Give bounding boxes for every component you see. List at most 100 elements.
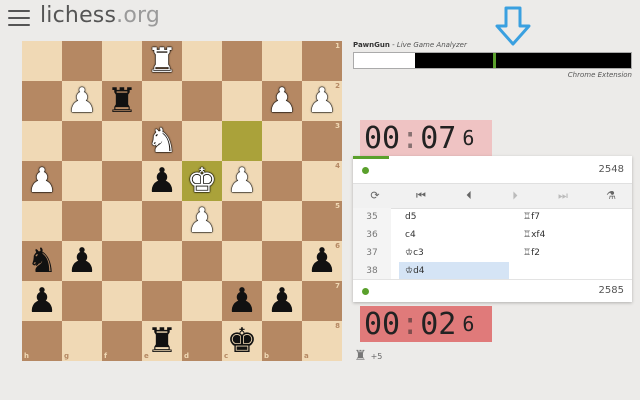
board-square[interactable] [262,241,302,281]
board-square[interactable] [22,81,62,121]
black-knight-piece[interactable]: ♞ [22,241,62,281]
rank-label: 3 [335,122,340,130]
next-move-icon[interactable]: ⏵ [505,187,525,205]
white-pawn-piece[interactable]: ♟ [22,161,62,201]
board-square[interactable]: h [22,321,62,361]
white-move[interactable]: d5 [399,208,509,226]
black-rook-piece[interactable]: ♜ [102,81,142,121]
board-square[interactable]: g [62,321,102,361]
black-move[interactable]: ♖f7 [517,208,627,226]
board-square[interactable]: 3 [302,121,342,161]
board-square[interactable] [182,281,222,321]
board-square[interactable] [142,81,182,121]
board-square[interactable] [182,81,222,121]
white-rook-piece[interactable]: ♜ [142,41,182,81]
board-square[interactable] [62,201,102,241]
white-king-piece[interactable]: ♚ [182,161,222,201]
flip-board-icon[interactable]: ⟳ [365,187,385,205]
board-square[interactable] [102,41,142,81]
captured-rook-icon: ♜ [354,348,367,364]
online-status-dot [362,288,369,295]
board-square[interactable] [62,161,102,201]
player-rating: 2585 [598,285,624,296]
white-knight-piece[interactable]: ♞ [142,121,182,161]
clock-minutes: 00 [364,306,401,342]
black-pawn-piece[interactable]: ♟ [142,161,182,201]
board-square[interactable] [102,281,142,321]
black-pawn-piece[interactable]: ♟ [62,241,102,281]
board-square[interactable] [102,161,142,201]
black-king-piece[interactable]: ♚ [222,321,262,361]
board-square[interactable] [62,121,102,161]
board-square[interactable] [262,41,302,81]
black-move[interactable]: ♖f2 [517,244,627,262]
board-square[interactable] [262,121,302,161]
analysis-icon[interactable]: ⚗ [601,187,621,205]
board-square[interactable] [142,241,182,281]
black-move[interactable]: ♖xf4 [517,226,627,244]
white-pawn-piece[interactable]: ♟ [222,161,262,201]
white-pawn-piece[interactable]: ♟ [262,81,302,121]
lichess-logo[interactable]: lichess.org [40,3,160,28]
board-square[interactable] [222,241,262,281]
previous-move-icon[interactable]: ⏴ [459,187,479,205]
white-pawn-piece[interactable]: ♟ [182,201,222,241]
board-square[interactable]: d [182,321,222,361]
board-square[interactable] [142,201,182,241]
last-move-icon[interactable]: ⏭ [553,187,573,205]
black-rook-piece[interactable]: ♜ [142,321,182,361]
board-square[interactable] [262,161,302,201]
file-label: a [304,352,309,360]
first-move-icon[interactable]: ⏮ [411,187,431,205]
online-status-dot [362,167,369,174]
board-square[interactable] [62,281,102,321]
board-square[interactable] [102,241,142,281]
black-pawn-piece[interactable]: ♟ [222,281,262,321]
board-square[interactable] [142,281,182,321]
board-square[interactable]: 1 [302,41,342,81]
clock-tenths: 6 [462,126,475,150]
board-square[interactable] [222,121,262,161]
evaluation-marker [493,53,496,68]
board-square[interactable] [22,121,62,161]
board-square[interactable] [102,121,142,161]
analyzer-name: PawnGun [353,41,390,49]
rank-label: 5 [335,202,340,210]
board-square[interactable] [182,241,222,281]
board-square[interactable] [62,41,102,81]
black-move[interactable] [517,262,627,280]
evaluation-white-fill [354,53,415,68]
board-square[interactable]: f [102,321,142,361]
board-square[interactable] [182,41,222,81]
board-square[interactable] [222,41,262,81]
black-pawn-piece[interactable]: ♟ [302,241,342,281]
move-row: 38 ♔d4 [353,262,632,280]
move-number: 36 [353,226,391,244]
file-label: h [24,352,29,360]
board-square[interactable] [102,201,142,241]
board-square[interactable] [22,41,62,81]
board-square[interactable] [22,201,62,241]
board-square[interactable] [182,121,222,161]
black-pawn-piece[interactable]: ♟ [262,281,302,321]
white-move[interactable]: c4 [399,226,509,244]
board-square[interactable]: 4 [302,161,342,201]
chessboard[interactable]: 1 2 3 4 5 6 7 h g f e d c b 8 a ♜ ♟ ♜ ♟ ♟ ♞ ♟ ♟ ♚ ♟ ♟ ♞ ♟ ♟ ♟ ♟ ♟ ♜ ♚ [22,41,342,361]
board-square[interactable]: 5 [302,201,342,241]
black-pawn-piece[interactable]: ♟ [22,281,62,321]
board-square[interactable]: b [262,321,302,361]
board-square[interactable]: 7 [302,281,342,321]
board-square[interactable]: 8a [302,321,342,361]
white-pawn-piece[interactable]: ♟ [62,81,102,121]
white-pawn-piece[interactable]: ♟ [302,81,342,121]
board-square[interactable] [222,81,262,121]
board-square[interactable] [262,201,302,241]
white-move-active[interactable]: ♔d4 [399,262,509,280]
material-score: +5 [370,351,383,361]
board-square[interactable] [222,201,262,241]
file-label: g [64,352,70,360]
hamburger-menu-icon[interactable] [8,10,30,26]
evaluation-bar [353,52,632,69]
down-arrow-icon [495,6,531,46]
white-move[interactable]: ♔c3 [399,244,509,262]
